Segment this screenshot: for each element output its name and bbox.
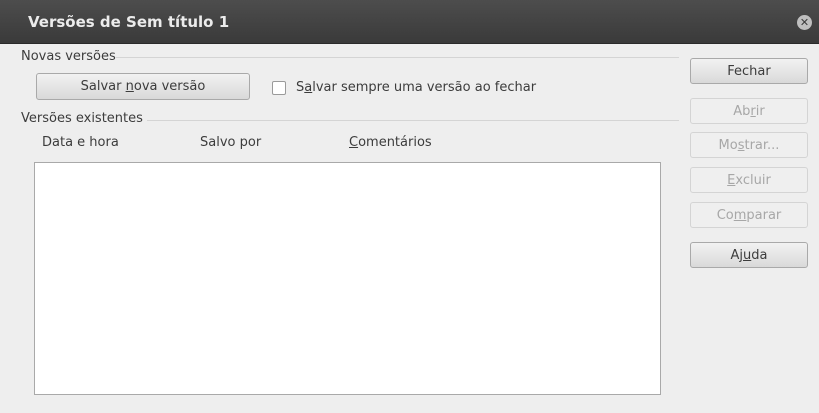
new-versions-group-label: Novas versões [21, 49, 116, 64]
close-button[interactable]: Fechar [690, 58, 808, 84]
delete-button-label: Excluir [727, 172, 771, 188]
delete-button[interactable]: Excluir [690, 167, 808, 193]
always-save-label[interactable]: Salvar sempre uma versão ao fechar [296, 80, 536, 95]
save-new-version-button[interactable]: Salvar nova versão [36, 73, 250, 100]
close-button-label: Fechar [727, 63, 771, 79]
existing-versions-separator [147, 120, 679, 121]
compare-button-label: Comparar [716, 207, 782, 223]
versions-list[interactable] [34, 162, 661, 395]
new-versions-separator [116, 57, 679, 58]
always-save-checkbox[interactable] [272, 81, 286, 95]
close-icon[interactable]: ✕ [797, 15, 812, 30]
column-header-saved-by[interactable]: Salvo por [200, 135, 261, 150]
column-header-date-time[interactable]: Data e hora [42, 135, 119, 150]
show-button-label: Mostrar... [718, 137, 780, 153]
existing-versions-group-label: Versões existentes [21, 111, 143, 126]
column-header-comments[interactable]: Comentários [349, 135, 432, 150]
show-button[interactable]: Mostrar... [690, 132, 808, 158]
help-button[interactable]: Ajuda [690, 242, 808, 268]
help-button-label: Ajuda [730, 247, 768, 263]
open-button[interactable]: Abrir [690, 98, 808, 124]
open-button-label: Abrir [733, 103, 765, 119]
versions-dialog: Versões de Sem título 1 ✕ Novas versões … [0, 0, 819, 413]
save-new-version-label: Salvar nova versão [80, 79, 206, 94]
window-title: Versões de Sem título 1 [28, 13, 230, 31]
title-bar[interactable]: Versões de Sem título 1 ✕ [0, 0, 819, 44]
compare-button[interactable]: Comparar [690, 202, 808, 228]
